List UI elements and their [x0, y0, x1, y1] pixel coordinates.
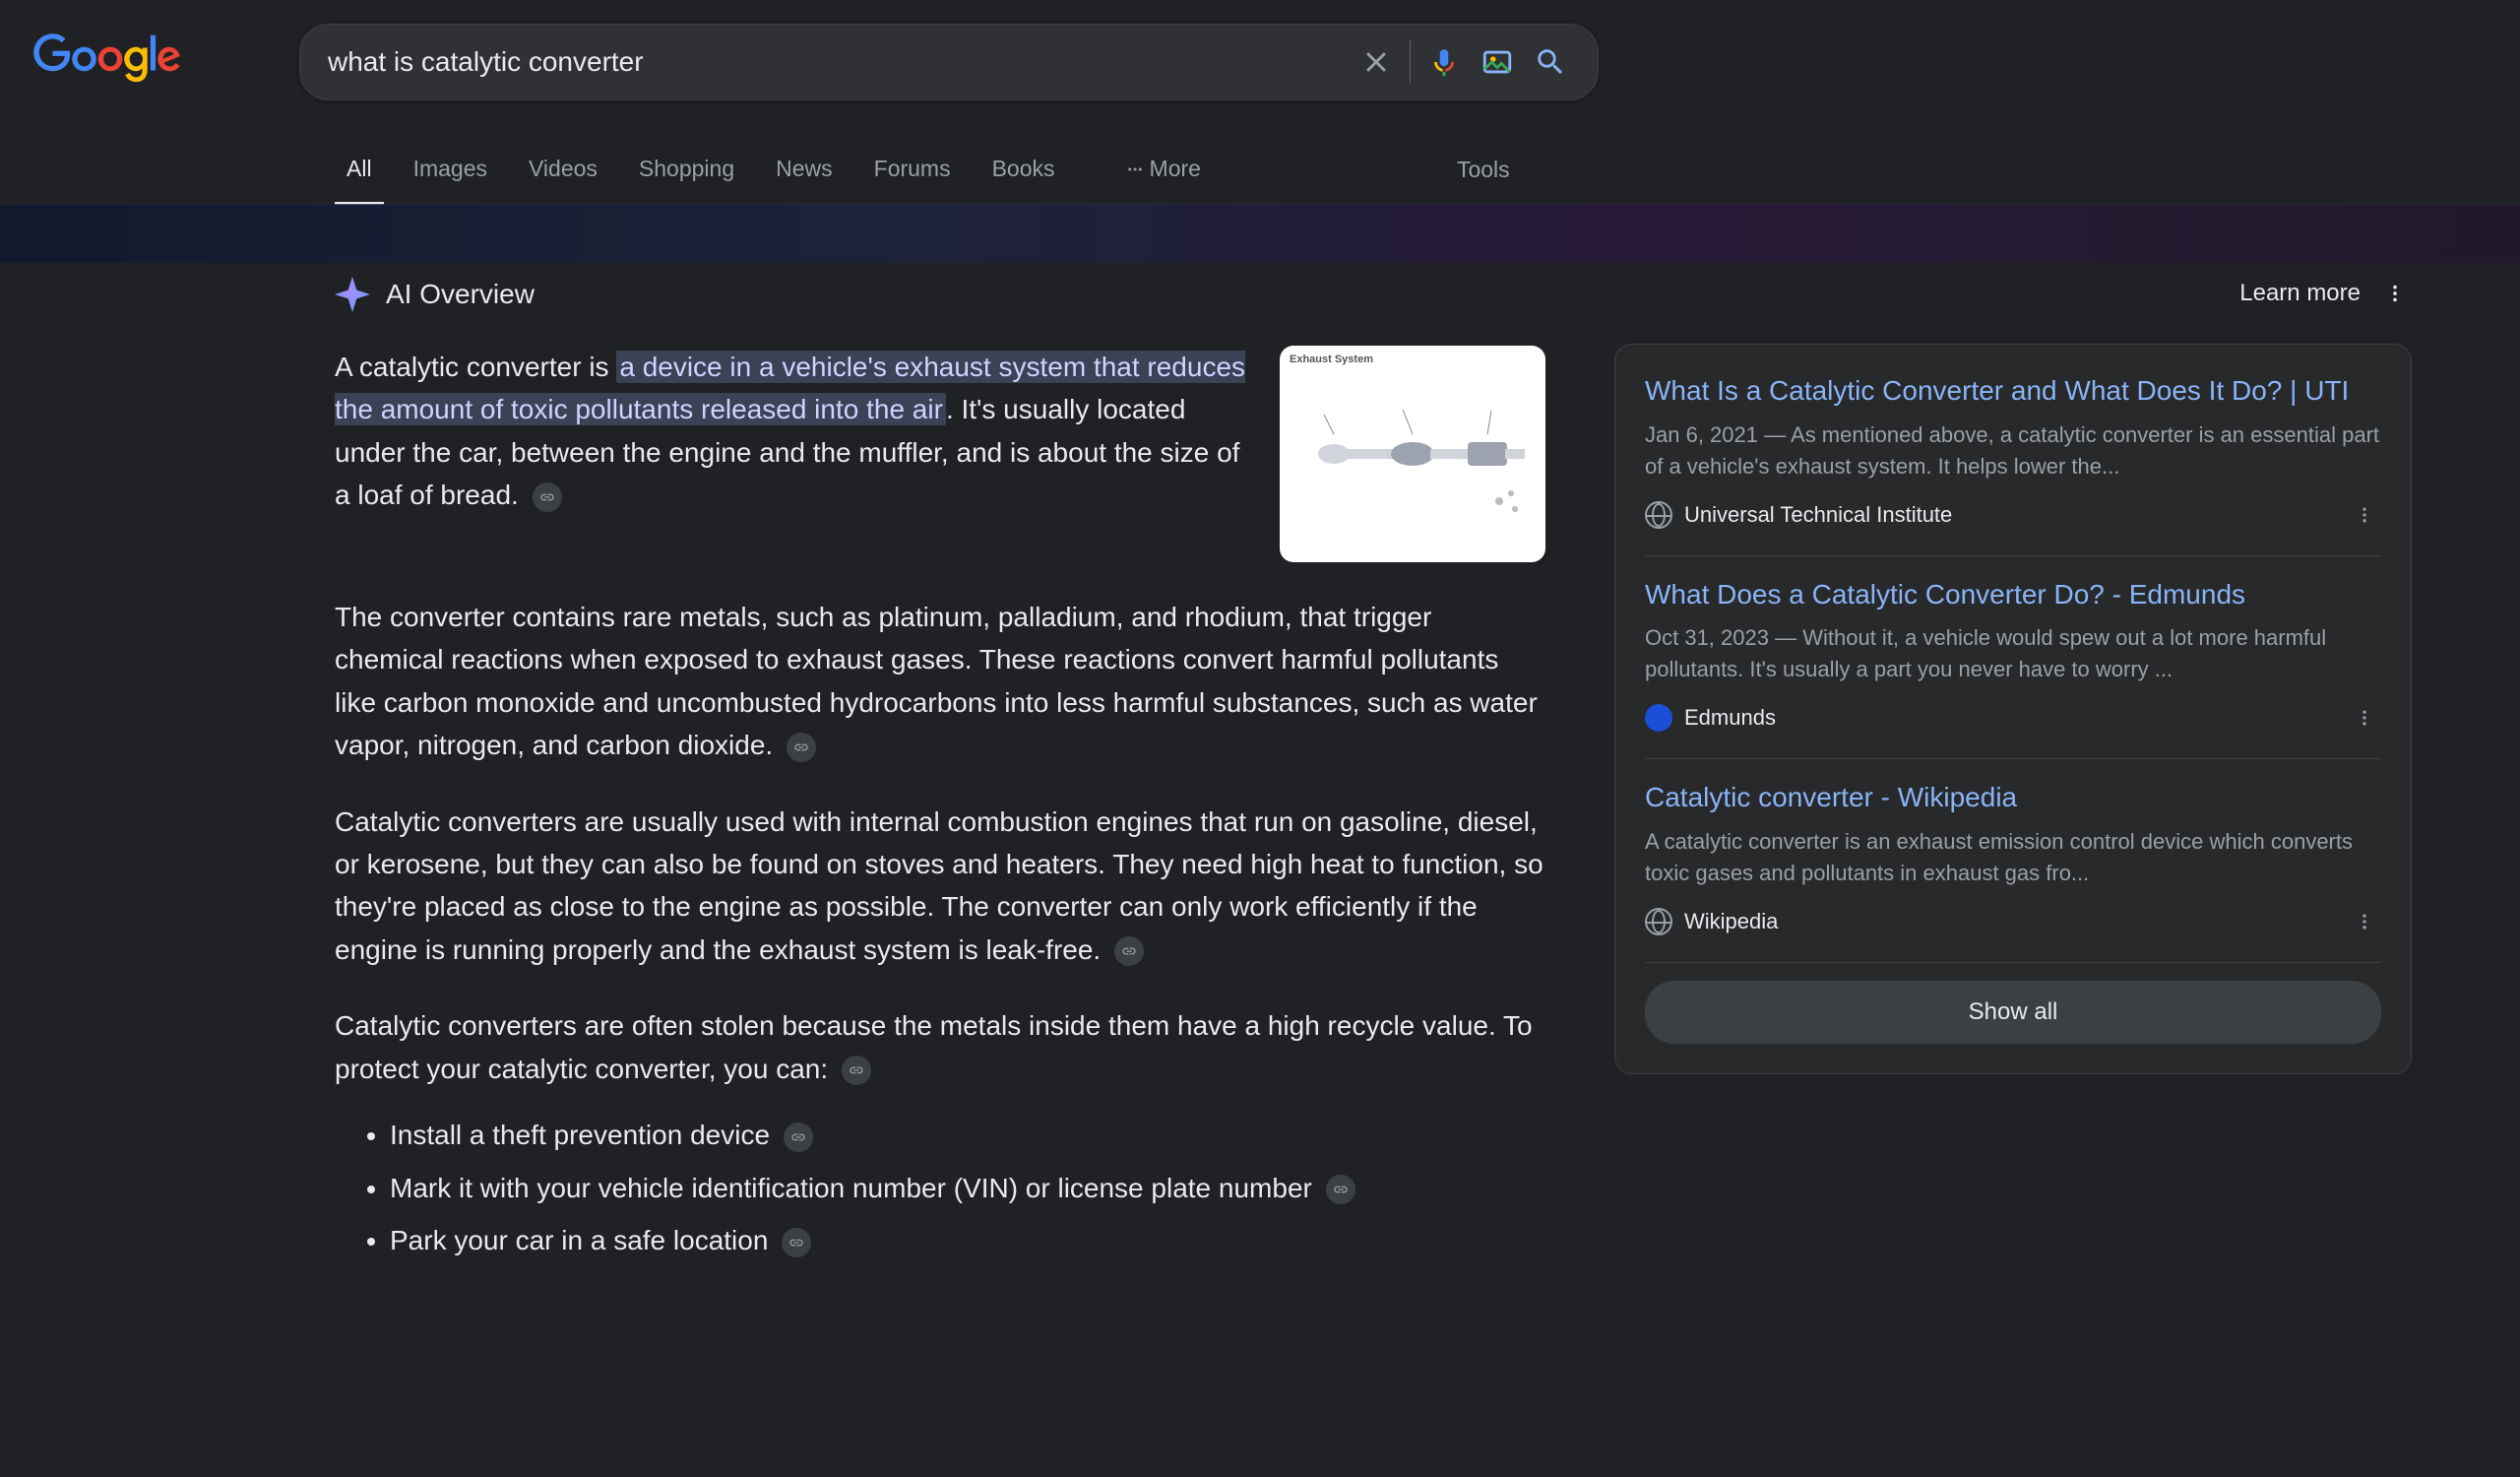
source-site[interactable]: Universal Technical Institute [1645, 501, 1952, 529]
para4-text: Catalytic converters are often stolen be… [335, 1010, 1533, 1083]
bullet-text: Mark it with your vehicle identification… [390, 1173, 1312, 1203]
source-snippet-text: A catalytic converter is an exhaust emis… [1645, 829, 2353, 885]
sparkle-icon [335, 277, 370, 312]
citation-icon[interactable] [842, 1056, 871, 1085]
search-button-icon[interactable] [1531, 42, 1570, 82]
tab-shopping[interactable]: Shopping [627, 136, 746, 204]
source-site[interactable]: Wikipedia [1645, 908, 1778, 935]
learn-more-link[interactable]: Learn more [2239, 280, 2361, 307]
source-title[interactable]: What Does a Catalytic Converter Do? - Ed… [1645, 576, 2381, 613]
exhaust-diagram-image[interactable]: Exhaust System [1280, 346, 1545, 562]
source-site-label: Universal Technical Institute [1684, 502, 1952, 528]
source-site-label: Edmunds [1684, 705, 1776, 731]
ai-gradient-band [0, 204, 2520, 263]
source-title[interactable]: Catalytic converter - Wikipedia [1645, 779, 2381, 816]
lead-plain: A catalytic converter is [335, 352, 616, 382]
ai-overview-title: AI Overview [386, 279, 535, 310]
list-item: Install a theft prevention device [390, 1112, 1545, 1159]
bullet-text: Park your car in a safe location [390, 1225, 768, 1255]
search-input[interactable] [328, 46, 1343, 78]
source-snippet: A catalytic converter is an exhaust emis… [1645, 826, 2381, 889]
tools-link[interactable]: Tools [1457, 157, 1510, 183]
search-bar [299, 24, 1599, 100]
voice-search-icon[interactable] [1424, 42, 1464, 82]
tab-more[interactable]: More [1114, 136, 1213, 204]
tab-books[interactable]: Books [980, 136, 1067, 204]
tab-videos[interactable]: Videos [517, 136, 609, 204]
overflow-menu-icon[interactable] [2348, 498, 2381, 532]
sources-panel: What Is a Catalytic Converter and What D… [1614, 344, 2412, 1074]
site-favicon-icon [1645, 704, 1672, 732]
source-card: What Does a Catalytic Converter Do? - Ed… [1645, 556, 2381, 760]
source-card: What Is a Catalytic Converter and What D… [1645, 368, 2381, 556]
list-item: Mark it with your vehicle identification… [390, 1165, 1545, 1212]
show-all-button[interactable]: Show all [1645, 981, 2381, 1044]
ai-overview-para2: The converter contains rare metals, such… [335, 596, 1545, 767]
source-site[interactable]: Edmunds [1645, 704, 1776, 732]
tab-news[interactable]: News [764, 136, 845, 204]
globe-icon [1645, 908, 1672, 935]
bullet-text: Install a theft prevention device [390, 1120, 770, 1150]
list-item: Park your car in a safe location [390, 1217, 1545, 1264]
citation-icon[interactable] [787, 733, 816, 762]
protection-list: Install a theft prevention device Mark i… [335, 1112, 1545, 1264]
source-snippet: Jan 6, 2021 — As mentioned above, a cata… [1645, 419, 2381, 482]
source-site-label: Wikipedia [1684, 909, 1778, 934]
para2-text: The converter contains rare metals, such… [335, 602, 1538, 760]
image-search-icon[interactable] [1478, 42, 1517, 82]
diagram-label: Exhaust System [1290, 353, 1373, 365]
citation-icon[interactable] [1326, 1175, 1355, 1204]
tab-more-label: More [1150, 156, 1201, 182]
search-tabs: All Images Videos Shopping News Forums B… [0, 136, 2520, 205]
more-dots-icon [1126, 161, 1144, 178]
overflow-menu-icon[interactable] [2348, 905, 2381, 938]
source-date: Jan 6, 2021 [1645, 422, 1758, 447]
tab-forums[interactable]: Forums [862, 136, 963, 204]
ai-overview-para3: Catalytic converters are usually used wi… [335, 801, 1545, 972]
citation-icon[interactable] [1114, 936, 1144, 966]
source-card: Catalytic converter - Wikipedia A cataly… [1645, 759, 2381, 963]
globe-icon [1645, 501, 1672, 529]
divider [1410, 40, 1411, 84]
source-title[interactable]: What Is a Catalytic Converter and What D… [1645, 372, 2381, 410]
source-date: Oct 31, 2023 [1645, 625, 1769, 650]
overflow-menu-icon[interactable] [2378, 277, 2412, 310]
tab-images[interactable]: Images [402, 136, 499, 204]
clear-icon[interactable] [1356, 42, 1396, 82]
citation-icon[interactable] [533, 482, 562, 512]
citation-icon[interactable] [784, 1123, 813, 1152]
source-snippet: Oct 31, 2023 — Without it, a vehicle wou… [1645, 622, 2381, 685]
citation-icon[interactable] [782, 1228, 811, 1257]
ai-overview-lead: A catalytic converter is a device in a v… [335, 346, 1254, 562]
tab-all[interactable]: All [335, 136, 384, 204]
overflow-menu-icon[interactable] [2348, 701, 2381, 735]
google-logo[interactable] [24, 24, 181, 87]
para3-text: Catalytic converters are usually used wi… [335, 806, 1544, 965]
ai-overview-para4: Catalytic converters are often stolen be… [335, 1004, 1545, 1090]
